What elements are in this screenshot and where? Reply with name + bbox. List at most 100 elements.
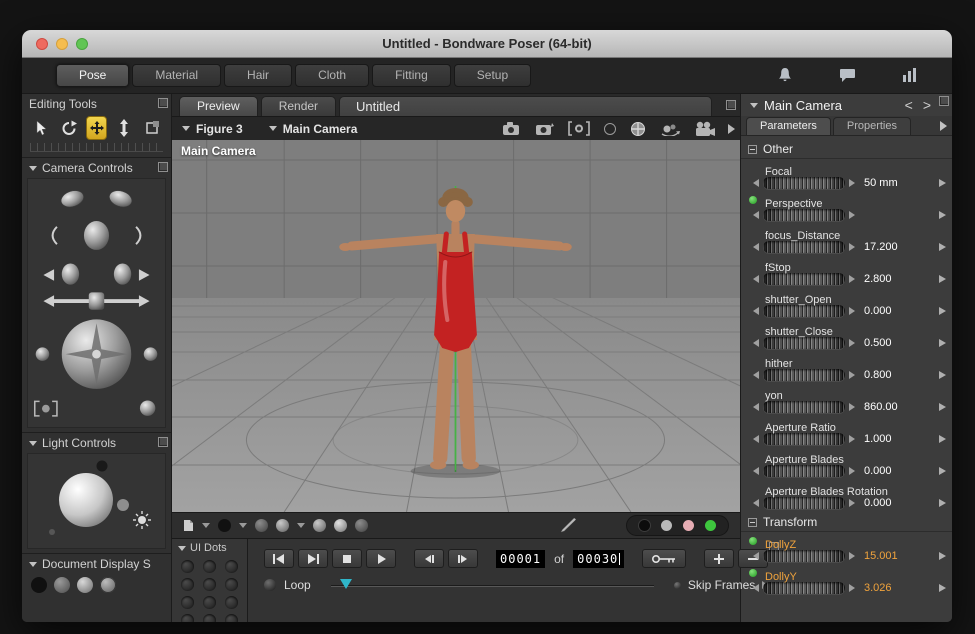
trackball-icon[interactable] [630,121,646,137]
dial-decrement-arrow[interactable] [753,243,759,251]
parameter-dial[interactable] [763,305,845,317]
dial-increment-arrow[interactable] [849,403,855,411]
ui-dot[interactable] [181,596,194,609]
detach-panel-icon[interactable] [726,100,736,110]
parameter-menu-arrow[interactable] [939,339,946,347]
rotate-tool-icon[interactable] [58,116,80,140]
style-flat-icon[interactable] [54,577,70,593]
scrubber-track[interactable] [331,585,654,587]
ui-dot[interactable] [203,560,216,573]
ui-dot[interactable] [225,596,238,609]
collapse-section-icon[interactable] [748,518,757,527]
parameter-value[interactable]: 0.000 [864,497,892,509]
ui-dot[interactable] [225,560,238,573]
parameter-dial[interactable] [763,177,845,189]
scrubber-handle[interactable] [340,579,352,589]
dial-decrement-arrow[interactable] [753,403,759,411]
dial-increment-arrow[interactable] [849,435,855,443]
document-display-header[interactable]: Document Display S [22,554,171,574]
dial-decrement-arrow[interactable] [753,307,759,315]
dial-decrement-arrow[interactable] [753,499,759,507]
camera-select-icon[interactable] [568,121,590,136]
ui-dot[interactable] [203,614,216,622]
tab-material[interactable]: Material [132,64,221,87]
parameter-dial[interactable] [763,401,845,413]
ground-color-chip[interactable] [705,520,716,531]
ui-dot[interactable] [225,578,238,591]
tab-properties[interactable]: Properties [833,117,911,135]
dial-decrement-arrow[interactable] [753,435,759,443]
style-group-arrow-icon[interactable] [202,523,210,528]
camera-menu[interactable]: Main Camera [269,122,358,136]
style-sphere-icon[interactable] [334,519,347,532]
parameter-value[interactable]: 0.800 [864,369,892,381]
dial-increment-arrow[interactable] [849,499,855,507]
tab-hair[interactable]: Hair [224,64,292,87]
detach-panel-icon[interactable] [158,162,168,172]
camera-controls-header[interactable]: Camera Controls [22,158,171,178]
dial-decrement-arrow[interactable] [753,339,759,347]
doc-tab-render[interactable]: Render [261,96,336,116]
ui-dot[interactable] [203,596,216,609]
dial-increment-arrow[interactable] [849,179,855,187]
dial-decrement-arrow[interactable] [753,211,759,219]
collapse-arrow-icon[interactable] [750,103,758,108]
light-controls-widget[interactable] [27,453,166,549]
parameter-dial[interactable] [763,209,845,221]
collapse-section-icon[interactable] [748,145,757,154]
preview-viewport[interactable]: Main Camera [172,140,740,512]
camera-icon[interactable] [502,121,522,136]
dial-increment-arrow[interactable] [849,243,855,251]
foreground-color-chip[interactable] [639,520,650,531]
parameter-value[interactable]: 3.026 [864,582,892,594]
style-sphere-icon[interactable] [218,519,231,532]
background-color-chip[interactable] [661,520,672,531]
step-back-button[interactable] [414,549,444,568]
translate-z-tool-icon[interactable] [113,116,135,140]
timeline-scrubber[interactable] [331,578,654,592]
ui-dot[interactable] [181,614,194,622]
collapse-arrow-icon[interactable] [29,441,37,446]
parameter-menu-arrow[interactable] [939,584,946,592]
dial-decrement-arrow[interactable] [753,552,759,560]
ui-dot[interactable] [181,578,194,591]
dial-increment-arrow[interactable] [849,307,855,315]
style-sphere-icon[interactable] [276,519,289,532]
chat-icon[interactable] [839,68,856,83]
parameter-dial[interactable] [763,433,845,445]
dial-decrement-arrow[interactable] [753,275,759,283]
style-silhouette-icon[interactable] [31,577,47,593]
dial-decrement-arrow[interactable] [753,467,759,475]
collapse-arrow-icon[interactable] [29,166,37,171]
dial-increment-arrow[interactable] [849,552,855,560]
figure-menu[interactable]: Figure 3 [182,122,243,136]
sphere-icon[interactable] [603,122,617,136]
style-group-arrow-icon[interactable] [297,523,305,528]
editing-tools-header[interactable]: Editing Tools [22,94,171,114]
go-to-end-button[interactable] [298,549,328,568]
parameter-menu-arrow[interactable] [939,371,946,379]
ui-dot[interactable] [181,560,194,573]
parameter-dial[interactable] [763,550,845,562]
style-sphere-icon[interactable] [355,519,368,532]
style-textured-icon[interactable] [100,577,116,593]
doc-tab-preview[interactable]: Preview [179,96,258,116]
detach-panel-icon[interactable] [939,96,949,106]
style-sphere-icon[interactable] [255,519,268,532]
parameter-dial[interactable] [763,241,845,253]
parameter-value[interactable]: 50 mm [864,177,898,189]
tab-setup[interactable]: Setup [454,64,531,87]
parameter-dial[interactable] [763,582,845,594]
parameter-value[interactable]: 860.00 [864,401,898,413]
translate-tool-icon[interactable] [86,116,108,140]
stop-button[interactable] [332,549,362,568]
dial-increment-arrow[interactable] [849,371,855,379]
document-title[interactable]: Untitled [339,96,712,116]
prev-element-arrow[interactable]: < [905,97,913,113]
dial-decrement-arrow[interactable] [753,584,759,592]
more-tabs-arrow[interactable] [940,121,947,131]
document-style-icon[interactable] [183,519,194,532]
parameter-menu-arrow[interactable] [939,467,946,475]
parameter-dial[interactable] [763,337,845,349]
collapse-arrow-icon[interactable] [29,562,37,567]
